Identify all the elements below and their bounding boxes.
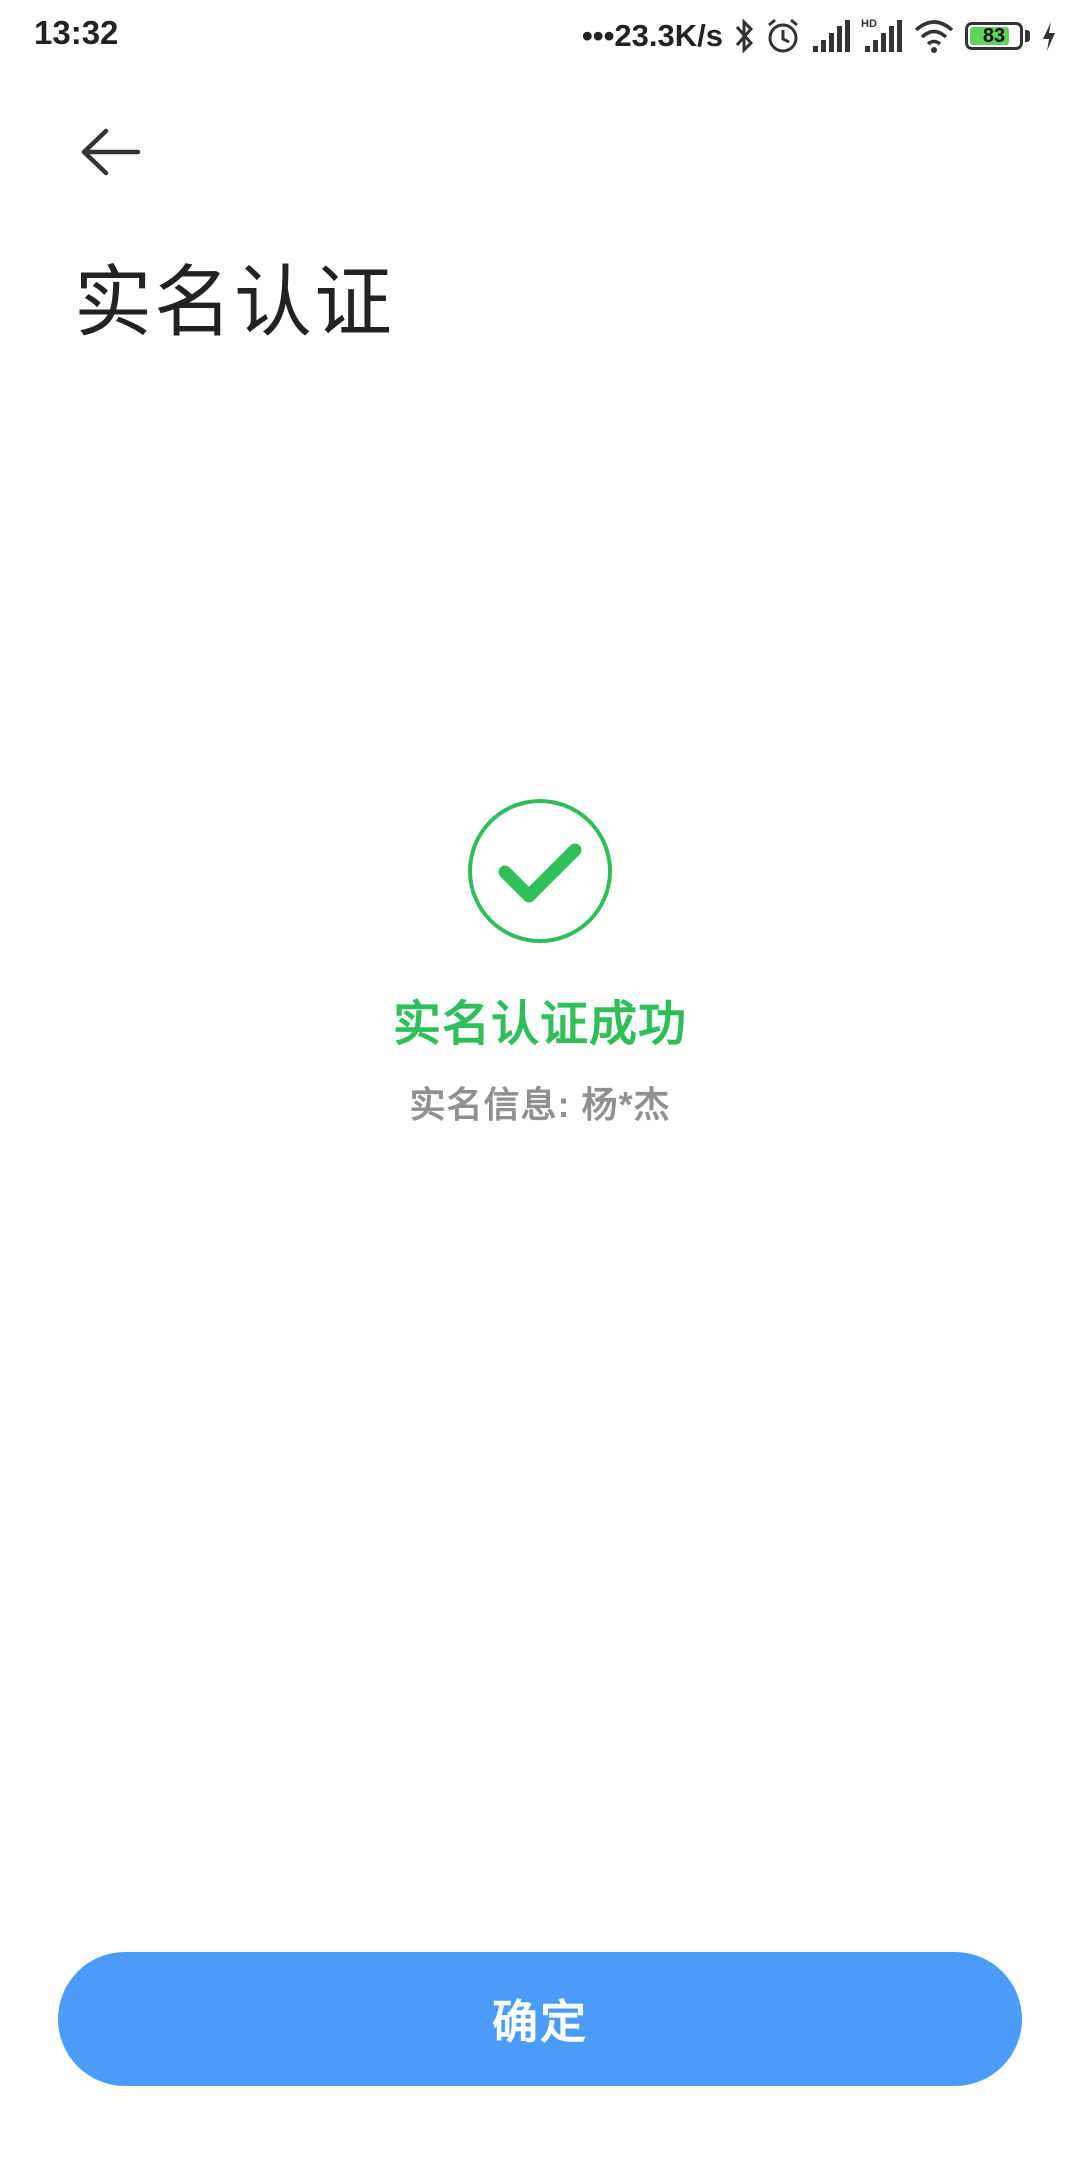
status-time: 13:32 <box>34 14 119 51</box>
status-icons: •••23.3K/s HD 83 <box>582 14 1058 58</box>
signal-icon <box>813 20 850 52</box>
network-speed: •••23.3K/s <box>581 18 723 53</box>
battery-cap <box>1025 30 1030 42</box>
check-circle-icon <box>468 799 612 943</box>
wifi-icon <box>914 20 954 53</box>
charging-icon <box>1043 22 1055 51</box>
bluetooth-icon <box>735 18 754 54</box>
battery-level: 83 <box>982 25 1006 47</box>
confirm-button[interactable]: 确定 <box>58 1952 1022 2086</box>
page-title: 实名认证 <box>74 258 395 346</box>
battery-icon: 83 <box>965 22 1023 50</box>
real-name-info: 实名信息: 杨*杰 <box>409 1084 671 1125</box>
success-title: 实名认证成功 <box>392 998 687 1051</box>
status-bar: 13:32 •••23.3K/s HD 83 <box>0 0 1080 72</box>
arrow-left-icon <box>81 128 141 176</box>
alarm-icon <box>768 18 798 53</box>
back-button[interactable] <box>76 122 148 182</box>
hd-signal-icon: HD <box>861 18 902 52</box>
svg-text:HD: HD <box>861 18 877 30</box>
